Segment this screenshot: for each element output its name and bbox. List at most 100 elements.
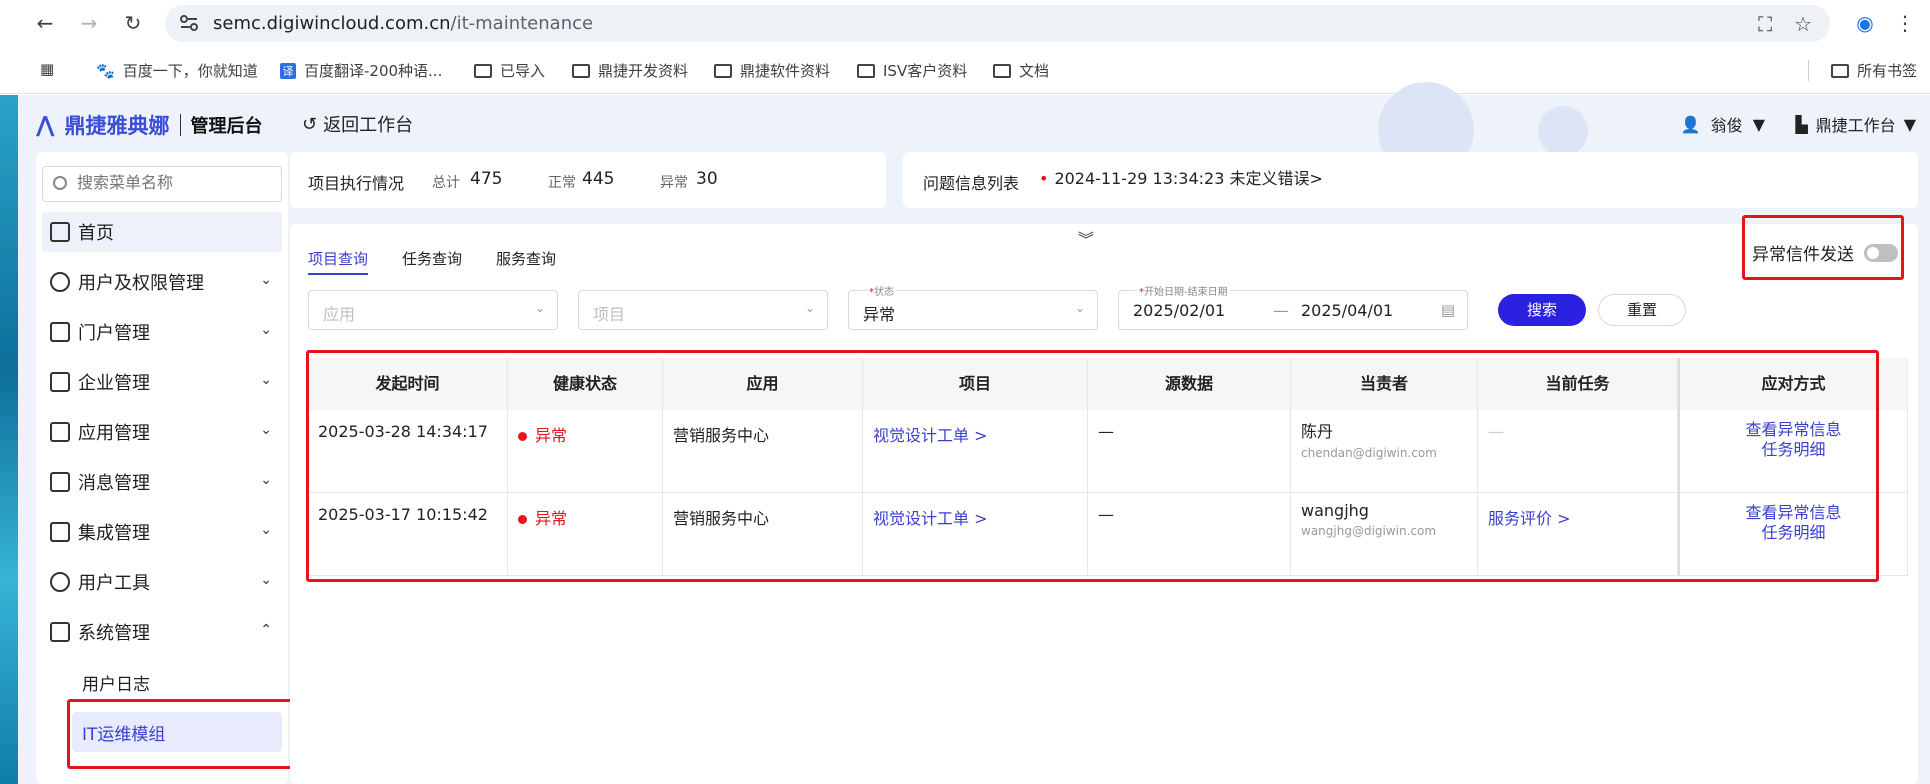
issue-list-card: 问题信息列表 • 2024-11-29 13:34:23 未定义错误> bbox=[903, 152, 1918, 208]
chevron-down-icon: ⌄ bbox=[1074, 301, 1085, 315]
chevron-down-icon: ⌄ bbox=[260, 422, 272, 438]
users-icon bbox=[50, 272, 70, 292]
brand-logo-icon: ⋀ bbox=[36, 112, 55, 138]
site-settings-icon[interactable] bbox=[179, 14, 199, 32]
total-count: 475 bbox=[470, 169, 503, 189]
status-select[interactable]: *状态异常 ⌄ bbox=[848, 283, 1098, 330]
menu-search-input[interactable] bbox=[77, 173, 273, 192]
translate-icon[interactable]: ⛶ bbox=[1758, 12, 1772, 36]
bookmark-software[interactable]: 鼎捷软件资料 bbox=[714, 60, 830, 81]
all-bookmarks[interactable]: 所有书签 bbox=[1808, 60, 1917, 81]
issues-title: 问题信息列表 bbox=[923, 174, 1020, 193]
chevron-down-icon: ⌄ bbox=[260, 372, 272, 388]
building-icon bbox=[50, 372, 70, 392]
highlight-box bbox=[1742, 215, 1904, 280]
sidebar-item-portal[interactable]: 门户管理 ⌄ bbox=[42, 312, 282, 352]
tab-task-query[interactable]: 任务查询 bbox=[402, 248, 462, 275]
search-button[interactable]: 搜索 bbox=[1498, 294, 1586, 326]
system-icon bbox=[50, 622, 70, 642]
status-value: 异常 bbox=[863, 305, 896, 324]
menu-search[interactable] bbox=[42, 166, 282, 202]
calendar-icon[interactable]: ▤ bbox=[1441, 301, 1455, 319]
sidebar-item-label: 企业管理 bbox=[78, 373, 150, 394]
bookmark-isv[interactable]: ISV客户资料 bbox=[857, 60, 967, 81]
chevron-down-icon: ⌄ bbox=[260, 572, 272, 588]
bookmark-docs[interactable]: 文档 bbox=[993, 60, 1049, 81]
app-select[interactable]: 应用 ⌄ bbox=[308, 290, 558, 330]
app-icon bbox=[50, 422, 70, 442]
search-icon bbox=[53, 176, 67, 190]
date-end[interactable]: 2025/04/01 bbox=[1301, 301, 1393, 320]
chevron-down-icon: ⌄ bbox=[804, 301, 815, 315]
sidebar-item-messages[interactable]: 消息管理 ⌄ bbox=[42, 462, 282, 502]
sidebar-item-label: 用户工具 bbox=[78, 573, 150, 594]
sidebar-item-enterprise[interactable]: 企业管理 ⌄ bbox=[42, 362, 282, 402]
sidebar: 首页 用户及权限管理 ⌄ 门户管理 ⌄ 企业管理 ⌄ 应用管理 ⌄ 消息管理 ⌄ 集成管理… bbox=[36, 152, 288, 784]
back-arrow-icon[interactable]: ← bbox=[32, 10, 58, 36]
caret-down-icon: ▼ bbox=[1752, 114, 1765, 134]
folder-icon bbox=[474, 63, 492, 78]
reset-button[interactable]: 重置 bbox=[1598, 294, 1686, 326]
profile-icon[interactable]: ◉ bbox=[1852, 10, 1878, 36]
sidebar-subitem-label: 用户日志 bbox=[82, 674, 150, 695]
page-title: 管理后台 bbox=[190, 116, 263, 137]
user-menu[interactable]: 👤 翁俊 ▼ bbox=[1681, 112, 1765, 136]
reload-icon[interactable]: ↻ bbox=[120, 10, 146, 36]
chevron-down-icon: ⌄ bbox=[260, 522, 272, 538]
stats-title: 项目执行情况 bbox=[308, 174, 405, 193]
tab-service-query[interactable]: 服务查询 bbox=[496, 248, 556, 275]
date-range-picker[interactable]: *开始日期-结束日期 2025/02/01 — 2025/04/01 ▤ bbox=[1118, 283, 1468, 330]
issue-message-text: 2024-11-29 13:34:23 未定义错误> bbox=[1054, 169, 1323, 188]
menu-icon[interactable]: ⋮ bbox=[1892, 10, 1918, 36]
monitor-icon bbox=[50, 322, 70, 342]
normal-label: 正常 bbox=[548, 175, 576, 191]
bookmark-baidu[interactable]: 🐾 百度一下，你就知道 bbox=[96, 60, 258, 81]
abnormal-count: 30 bbox=[696, 169, 718, 189]
bookmark-baidu-translate[interactable]: 译百度翻译-200种语... bbox=[280, 60, 442, 81]
user-name: 翁俊 bbox=[1710, 116, 1743, 135]
sidebar-item-apps[interactable]: 应用管理 ⌄ bbox=[42, 412, 282, 452]
status-label-text: 状态 bbox=[874, 287, 894, 298]
app-select-placeholder: 应用 bbox=[323, 305, 356, 324]
chevron-up-icon: ⌃ bbox=[260, 622, 272, 638]
status-field-label: *状态 bbox=[867, 283, 896, 298]
query-tabs: 项目查询 任务查询 服务查询 bbox=[308, 248, 556, 275]
project-select[interactable]: 项目 ⌄ bbox=[578, 290, 828, 330]
collapse-chevrons-icon[interactable]: ︾ bbox=[1078, 226, 1094, 250]
folder-icon bbox=[572, 63, 590, 78]
date-label-text: 开始日期-结束日期 bbox=[1144, 287, 1228, 298]
chevron-down-icon: ⌄ bbox=[260, 272, 272, 288]
sidebar-item-label: 首页 bbox=[78, 223, 114, 244]
date-separator: — bbox=[1273, 301, 1289, 320]
bookmark-star-icon[interactable]: ☆ bbox=[1794, 12, 1812, 36]
issue-message[interactable]: • 2024-11-29 13:34:23 未定义错误> bbox=[1039, 165, 1323, 189]
chevron-down-icon: ⌄ bbox=[260, 472, 272, 488]
sidebar-item-label: 用户及权限管理 bbox=[78, 273, 204, 294]
browser-toolbar: ← → ↻ semc.digiwincloud.com.cn/it-mainte… bbox=[0, 0, 1930, 46]
brand[interactable]: ⋀ 鼎捷雅典娜 管理后台 bbox=[36, 110, 263, 140]
decor-circle bbox=[1538, 106, 1588, 156]
normal-count: 445 bbox=[582, 169, 615, 189]
sidebar-item-home[interactable]: 首页 bbox=[42, 212, 282, 252]
workspace-menu[interactable]: ▙ 鼎捷工作台 ▼ bbox=[1795, 112, 1916, 136]
sidebar-subitem-user-log[interactable]: 用户日志 bbox=[72, 662, 282, 702]
sidebar-item-label: 消息管理 bbox=[78, 473, 150, 494]
sidebar-item-user-permissions[interactable]: 用户及权限管理 ⌄ bbox=[42, 262, 282, 302]
forward-arrow-icon[interactable]: → bbox=[76, 10, 102, 36]
tab-project-query[interactable]: 项目查询 bbox=[308, 248, 369, 275]
bookmark-imported[interactable]: 已导入 bbox=[474, 60, 545, 81]
date-start[interactable]: 2025/02/01 bbox=[1133, 301, 1225, 320]
total-label: 总计 bbox=[432, 175, 460, 191]
undo-arrow-icon: ↺ bbox=[302, 113, 318, 135]
sidebar-item-integration[interactable]: 集成管理 ⌄ bbox=[42, 512, 282, 552]
back-to-workbench-link[interactable]: ↺ 返回工作台 bbox=[302, 111, 413, 137]
building-icon: ▙ bbox=[1795, 114, 1808, 134]
apps-grid-icon[interactable]: ▦ bbox=[40, 60, 54, 78]
folder-icon bbox=[714, 63, 732, 78]
bookmark-dev[interactable]: 鼎捷开发资料 bbox=[572, 60, 688, 81]
sidebar-item-user-tools[interactable]: 用户工具 ⌄ bbox=[42, 562, 282, 602]
home-icon bbox=[50, 222, 70, 242]
chevron-down-icon: ⌄ bbox=[534, 301, 545, 315]
sidebar-item-system[interactable]: 系统管理 ⌃ bbox=[42, 612, 282, 652]
address-bar[interactable]: semc.digiwincloud.com.cn/it-maintenance … bbox=[165, 5, 1830, 42]
